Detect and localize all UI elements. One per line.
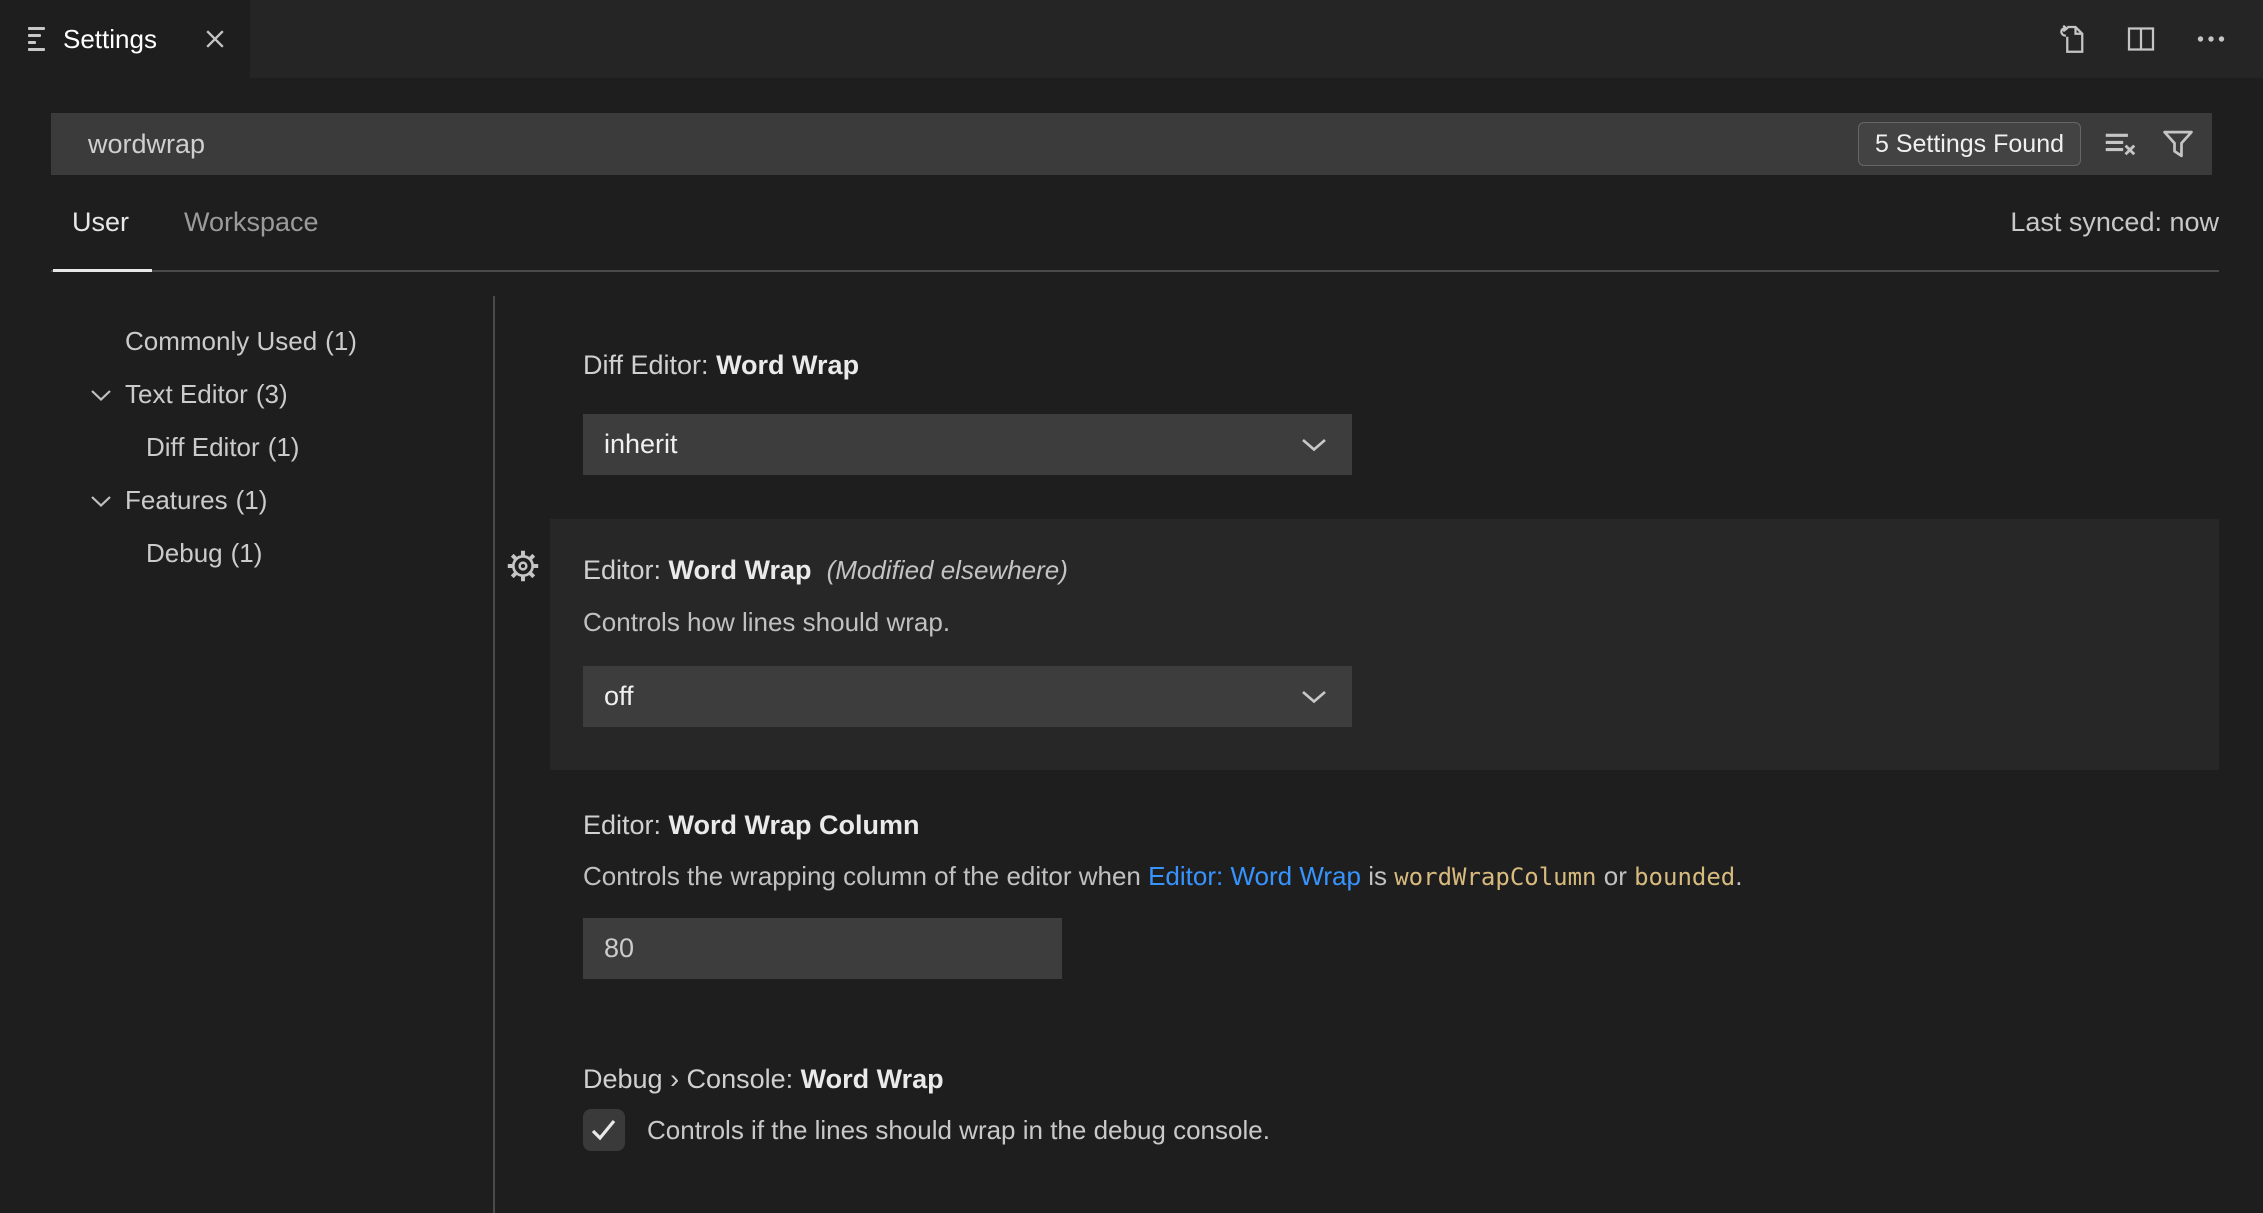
setting-category: Editor: <box>583 810 669 840</box>
modified-elsewhere-hint: (Modified elsewhere) <box>826 555 1068 585</box>
setting-diff-editor-word-wrap: Diff Editor: Word Wrap inherit <box>550 350 2219 475</box>
gear-icon[interactable] <box>504 547 542 585</box>
tab-title: Settings <box>63 23 157 54</box>
diff-editor-word-wrap-dropdown[interactable]: inherit <box>583 414 1352 475</box>
setting-editor-word-wrap-column: Editor: Word Wrap Column Controls the wr… <box>550 810 2219 979</box>
split-editor-icon[interactable] <box>2123 21 2159 57</box>
setting-category: Diff Editor: <box>583 350 717 380</box>
chevron-down-icon <box>1301 438 1327 452</box>
setting-name: Word Wrap <box>716 350 860 380</box>
editor-tab-bar: Settings <box>0 0 2263 78</box>
checkmark-icon <box>591 1119 616 1141</box>
setting-category: Editor: <box>583 555 669 585</box>
setting-debug-console-word-wrap: Debug › Console: Word Wrap Controls if t… <box>550 1064 2219 1151</box>
setting-description: Controls how lines should wrap. <box>583 607 951 637</box>
dropdown-value: inherit <box>604 429 678 459</box>
toc-count: (1) <box>325 326 357 356</box>
toc-item-diff-editor[interactable]: Diff Editor (1) <box>51 421 487 474</box>
settings-search-bar: 5 Settings Found <box>51 113 2212 175</box>
tab-settings[interactable]: Settings <box>0 0 250 78</box>
dropdown-value: off <box>604 681 634 711</box>
description-text: is <box>1360 861 1395 891</box>
filter-icon[interactable] <box>2159 125 2197 163</box>
settings-toc: Commonly Used (1) Text Editor (3) Diff E… <box>51 315 487 580</box>
close-icon[interactable] <box>202 26 228 52</box>
toc-count: (1) <box>230 538 263 568</box>
toc-count: (3) <box>255 379 288 409</box>
toc-item-debug[interactable]: Debug (1) <box>51 527 487 580</box>
toc-label: Features <box>125 485 228 515</box>
setting-name: Word Wrap <box>800 1064 944 1094</box>
word-wrap-column-input[interactable] <box>583 918 1062 979</box>
settings-list-icon <box>28 27 46 51</box>
description-text: Controls the wrapping column of the edit… <box>583 861 1149 891</box>
code-span: wordWrapColumn <box>1394 863 1597 891</box>
tab-workspace[interactable]: Workspace <box>184 207 319 238</box>
toc-label: Debug <box>146 538 223 568</box>
search-controls: 5 Settings Found <box>1857 122 2212 166</box>
setting-title: Editor: Word Wrap (Modified elsewhere) <box>583 555 2219 585</box>
setting-name: Word Wrap <box>668 555 812 585</box>
code-span: bounded <box>1634 863 1736 891</box>
setting-editor-word-wrap: Editor: Word Wrap (Modified elsewhere) Co… <box>507 519 2219 770</box>
toc-item-text-editor[interactable]: Text Editor (3) <box>51 368 487 421</box>
editor-actions <box>2053 0 2263 78</box>
toc-item-commonly-used[interactable]: Commonly Used (1) <box>51 315 487 368</box>
setting-name: Word Wrap Column <box>668 810 920 840</box>
toc-item-features[interactable]: Features (1) <box>51 474 487 527</box>
settings-list: Diff Editor: Word Wrap inherit Editor: W… <box>507 300 2219 1151</box>
debug-console-word-wrap-checkbox[interactable] <box>583 1109 625 1151</box>
setting-description: Controls if the lines should wrap in the… <box>647 1114 1270 1145</box>
setting-category: Debug › Console: <box>583 1064 801 1094</box>
setting-description: Controls the wrapping column of the edit… <box>583 861 2219 892</box>
checkbox-row: Controls if the lines should wrap in the… <box>583 1109 2219 1151</box>
toc-label: Text Editor <box>125 379 248 409</box>
setting-title: Editor: Word Wrap Column <box>583 810 2219 840</box>
toc-count: (1) <box>267 432 300 462</box>
description-text: or <box>1596 861 1635 891</box>
active-tab-underline <box>53 269 152 272</box>
setting-title: Diff Editor: Word Wrap <box>583 350 2219 380</box>
open-settings-json-icon[interactable] <box>2053 21 2089 57</box>
scope-tabs-row: User Workspace Last synced: now <box>51 175 2219 272</box>
setting-title: Debug › Console: Word Wrap <box>583 1064 2219 1094</box>
last-synced-label: Last synced: now <box>2010 207 2219 237</box>
tab-user[interactable]: User <box>72 207 129 238</box>
description-text: . <box>1735 861 1743 891</box>
clear-search-results-icon[interactable] <box>2101 125 2139 163</box>
chevron-down-icon <box>88 387 114 403</box>
toc-label: Commonly Used <box>125 326 318 356</box>
more-actions-icon[interactable] <box>2193 21 2229 57</box>
toc-label: Diff Editor <box>146 432 260 462</box>
editor-word-wrap-dropdown[interactable]: off <box>583 666 1352 727</box>
editor-word-wrap-link[interactable]: Editor: Word Wrap <box>1148 861 1361 891</box>
chevron-down-icon <box>88 493 114 509</box>
search-input[interactable] <box>51 128 1858 160</box>
toc-count: (1) <box>235 485 268 515</box>
chevron-down-icon <box>1301 690 1327 704</box>
settings-count-badge: 5 Settings Found <box>1857 122 2081 166</box>
toc-resize-sash[interactable] <box>493 296 495 1213</box>
